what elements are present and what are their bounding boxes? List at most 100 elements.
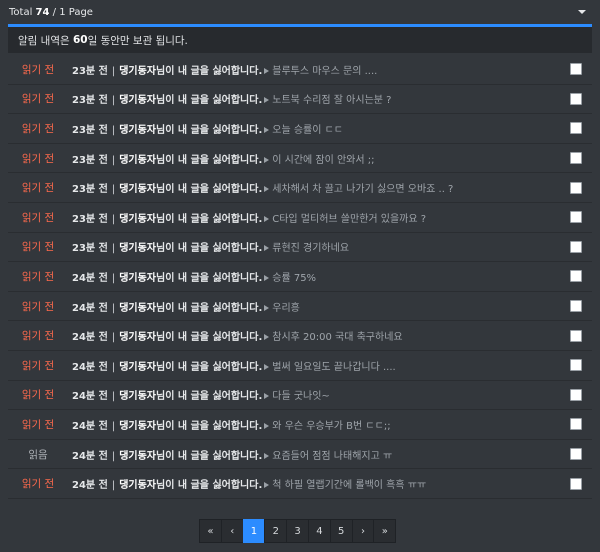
page-info: / 1 Page bbox=[52, 6, 93, 18]
select-checkbox[interactable] bbox=[570, 63, 582, 76]
separator: | bbox=[111, 480, 116, 492]
list-item[interactable]: 읽기 전 24분 전 | 댕기동자님이 내 글을 싫어합니다. 승률 75% bbox=[8, 262, 592, 292]
notification-content[interactable]: 24분 전 | 댕기동자님이 내 글을 싫어합니다. 벌써 일요일도 끝나갑니다 ..… bbox=[68, 358, 570, 373]
notification-content[interactable]: 23분 전 | 댕기동자님이 내 글을 싫어합니다. 블루투스 마우스 문의 .... bbox=[68, 62, 570, 77]
select-checkbox[interactable] bbox=[570, 122, 582, 135]
notification-content[interactable]: 24분 전 | 댕기동자님이 내 글을 싫어합니다. 우리흥 bbox=[68, 299, 570, 314]
first-page-button[interactable]: « bbox=[199, 519, 222, 543]
notification-content[interactable]: 24분 전 | 댕기동자님이 내 글을 싫어합니다. 요즘들어 점점 나태해지고 ㅠ bbox=[68, 447, 570, 462]
notification-user: 댕기동자 bbox=[119, 124, 156, 136]
read-status: 읽기 전 bbox=[21, 418, 55, 431]
arrow-right-icon bbox=[264, 393, 270, 400]
notification-content[interactable]: 24분 전 | 댕기동자님이 내 글을 싫어합니다. 와 우슨 우승부가 B번 ㄷㄷ;… bbox=[68, 417, 570, 432]
notification-time: 23분 전 bbox=[72, 154, 108, 166]
arrow-right-icon bbox=[264, 482, 270, 489]
notification-content[interactable]: 23분 전 | 댕기동자님이 내 글을 싫어합니다. 오늘 승률이 ㄷㄷ bbox=[68, 121, 570, 136]
notification-user: 댕기동자 bbox=[119, 420, 156, 432]
select-checkbox[interactable] bbox=[570, 240, 582, 253]
select-checkbox[interactable] bbox=[570, 448, 582, 461]
select-checkbox[interactable] bbox=[570, 388, 582, 401]
list-item[interactable]: 읽기 전 23분 전 | 댕기동자님이 내 글을 싫어합니다. 오늘 승률이 ㄷㄷ bbox=[8, 114, 592, 144]
notification-time: 23분 전 bbox=[72, 95, 108, 107]
notification-user: 댕기동자 bbox=[119, 213, 156, 225]
page-3-button[interactable]: 3 bbox=[286, 519, 309, 543]
list-item[interactable]: 읽기 전 24분 전 | 댕기동자님이 내 글을 싫어합니다. 와 우슨 우승부가 B번… bbox=[8, 410, 592, 440]
select-checkbox[interactable] bbox=[570, 477, 582, 490]
list-item[interactable]: 읽기 전 23분 전 | 댕기동자님이 내 글을 싫어합니다. C타입 멀티허브 쓸만한… bbox=[8, 203, 592, 233]
select-checkbox[interactable] bbox=[570, 211, 582, 224]
notification-user: 댕기동자 bbox=[119, 243, 156, 255]
notification-content[interactable]: 24분 전 | 댕기동자님이 내 글을 싫어합니다. 승률 75% bbox=[68, 269, 570, 284]
next-page-button[interactable]: › bbox=[351, 519, 375, 543]
select-checkbox[interactable] bbox=[570, 270, 582, 283]
notification-user: 댕기동자 bbox=[119, 391, 156, 403]
notification-message: 님이 내 글을 싫어합니다. bbox=[156, 302, 263, 314]
arrow-right-icon bbox=[264, 186, 270, 193]
page-2-button[interactable]: 2 bbox=[264, 519, 288, 543]
separator: | bbox=[111, 361, 116, 373]
page-5-button[interactable]: 5 bbox=[329, 519, 353, 543]
select-checkbox[interactable] bbox=[570, 418, 582, 431]
list-item[interactable]: 읽기 전 23분 전 | 댕기동자님이 내 글을 싫어합니다. 이 시간에 잠이 안와서… bbox=[8, 144, 592, 174]
notification-user: 댕기동자 bbox=[119, 480, 156, 492]
post-title: 오늘 승률이 ㄷㄷ bbox=[272, 124, 344, 136]
post-title: 벌써 일요일도 끝나갑니다 .... bbox=[272, 361, 396, 373]
read-status: 읽기 전 bbox=[21, 478, 55, 491]
select-checkbox[interactable] bbox=[570, 329, 582, 342]
arrow-right-icon bbox=[264, 334, 270, 341]
notification-content[interactable]: 24분 전 | 댕기동자님이 내 글을 싫어합니다. 참시후 20:00 국대 축구하… bbox=[68, 328, 570, 343]
notification-user: 댕기동자 bbox=[119, 184, 156, 196]
post-title: C타입 멀티허브 쓸만한거 있을까요 ? bbox=[272, 213, 427, 225]
list-item[interactable]: 읽기 전 23분 전 | 댕기동자님이 내 글을 싫어합니다. 류현진 경기하네요 bbox=[8, 233, 592, 263]
arrow-right-icon bbox=[264, 304, 270, 311]
notification-time: 24분 전 bbox=[72, 272, 108, 284]
notification-time: 23분 전 bbox=[72, 65, 108, 77]
select-checkbox[interactable] bbox=[570, 359, 582, 372]
total-summary: Total 74 / 1 Page bbox=[9, 7, 93, 18]
list-item[interactable]: 읽기 전 23분 전 | 댕기동자님이 내 글을 싫어합니다. 블루투스 마우스 문의 … bbox=[8, 55, 592, 85]
read-status: 읽음 bbox=[28, 448, 48, 461]
notice-suffix: 일 동안만 보관 됩니다. bbox=[87, 34, 188, 47]
select-checkbox[interactable] bbox=[570, 152, 582, 165]
list-item[interactable]: 읽기 전 24분 전 | 댕기동자님이 내 글을 싫어합니다. 다들 굿나잇~ bbox=[8, 381, 592, 411]
list-item[interactable]: 읽기 전 24분 전 | 댕기동자님이 내 글을 싫어합니다. 척 하필 열랩기간에 롤… bbox=[8, 469, 592, 499]
notification-content[interactable]: 23분 전 | 댕기동자님이 내 글을 싫어합니다. 노트북 수리점 잘 아시는분 ? bbox=[68, 91, 570, 106]
notification-user: 댕기동자 bbox=[119, 95, 156, 107]
list-item[interactable]: 읽기 전 23분 전 | 댕기동자님이 내 글을 싫어합니다. 노트북 수리점 잘 아시… bbox=[8, 85, 592, 115]
prev-page-button[interactable]: ‹ bbox=[220, 519, 244, 543]
select-checkbox[interactable] bbox=[570, 92, 582, 105]
read-status: 읽기 전 bbox=[21, 182, 55, 195]
separator: | bbox=[111, 450, 116, 462]
last-page-button[interactable]: » bbox=[373, 519, 397, 543]
list-item[interactable]: 읽음 24분 전 | 댕기동자님이 내 글을 싫어합니다. 요즘들어 점점 나태해지고 … bbox=[8, 440, 592, 470]
list-header: Total 74 / 1 Page bbox=[0, 0, 600, 24]
notification-message: 님이 내 글을 싫어합니다. bbox=[156, 332, 263, 344]
notification-content[interactable]: 24분 전 | 댕기동자님이 내 글을 싫어합니다. 척 하필 열랩기간에 롤백이 흑… bbox=[68, 476, 570, 491]
list-item[interactable]: 읽기 전 24분 전 | 댕기동자님이 내 글을 싫어합니다. 우리흥 bbox=[8, 292, 592, 322]
notification-content[interactable]: 23분 전 | 댕기동자님이 내 글을 싫어합니다. 세차해서 차 끌고 나가기 싫으… bbox=[68, 180, 570, 195]
list-item[interactable]: 읽기 전 24분 전 | 댕기동자님이 내 글을 싫어합니다. 참시후 20:00 국대… bbox=[8, 321, 592, 351]
chevron-down-icon[interactable] bbox=[578, 10, 586, 14]
notification-content[interactable]: 23분 전 | 댕기동자님이 내 글을 싫어합니다. 류현진 경기하네요 bbox=[68, 239, 570, 254]
notification-message: 님이 내 글을 싫어합니다. bbox=[156, 154, 263, 166]
separator: | bbox=[111, 391, 116, 403]
separator: | bbox=[111, 420, 116, 432]
post-title: 우리흥 bbox=[272, 302, 300, 314]
notification-message: 님이 내 글을 싫어합니다. bbox=[156, 391, 263, 403]
page-4-button[interactable]: 4 bbox=[307, 519, 331, 543]
separator: | bbox=[111, 272, 116, 284]
separator: | bbox=[111, 184, 116, 196]
notification-content[interactable]: 24분 전 | 댕기동자님이 내 글을 싫어합니다. 다들 굿나잇~ bbox=[68, 387, 570, 402]
separator: | bbox=[111, 95, 116, 107]
list-item[interactable]: 읽기 전 24분 전 | 댕기동자님이 내 글을 싫어합니다. 벌써 일요일도 끝나갑니… bbox=[8, 351, 592, 381]
list-item[interactable]: 읽기 전 23분 전 | 댕기동자님이 내 글을 싫어합니다. 세차해서 차 끌고 나가… bbox=[8, 173, 592, 203]
post-title: 참시후 20:00 국대 축구하네요 bbox=[272, 332, 403, 344]
notification-content[interactable]: 23분 전 | 댕기동자님이 내 글을 싫어합니다. C타입 멀티허브 쓸만한거 있을… bbox=[68, 210, 570, 225]
page-1-button[interactable]: 1 bbox=[242, 519, 266, 543]
select-checkbox[interactable] bbox=[570, 181, 582, 194]
arrow-right-icon bbox=[264, 156, 270, 163]
notification-content[interactable]: 23분 전 | 댕기동자님이 내 글을 싫어합니다. 이 시간에 잠이 안와서 ;; bbox=[68, 151, 570, 166]
select-checkbox[interactable] bbox=[570, 300, 582, 313]
read-status: 읽기 전 bbox=[21, 330, 55, 343]
notification-time: 24분 전 bbox=[72, 420, 108, 432]
